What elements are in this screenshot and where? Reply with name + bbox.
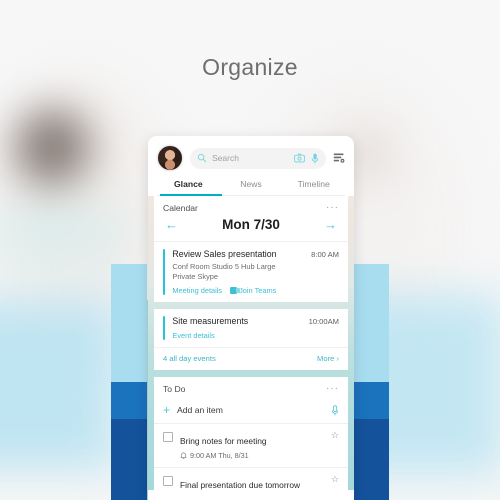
todo-item-content: Final presentation due tomorrow <box>180 475 325 493</box>
accent-band-darkblue-left <box>111 419 147 500</box>
avatar[interactable] <box>157 145 183 171</box>
event-title: Site measurements <box>172 316 249 327</box>
event-title: Review Sales presentation <box>172 249 277 259</box>
next-day-arrow-icon[interactable]: → <box>324 218 337 231</box>
accent-band-midblue-right <box>354 382 389 419</box>
event-details: Site measurements Event details <box>172 316 299 340</box>
todo-item-text: Final presentation due tomorrow <box>180 480 301 491</box>
todo-checkbox[interactable] <box>163 476 173 487</box>
event-links: Event details <box>172 331 299 340</box>
todo-card-header: To Do ··· <box>154 377 348 397</box>
microphone-icon[interactable] <box>311 153 319 164</box>
todo-item-content: Bring notes for meeting 9:00 AM Thu, 8/3… <box>180 431 325 460</box>
calendar-card-secondary: Site measurements Event details 10:00AM … <box>154 309 348 371</box>
calendar-event-row[interactable]: Site measurements Event details 10:00AM <box>154 309 348 347</box>
todo-card-title: To Do <box>163 384 186 395</box>
join-teams-label: Join Teams <box>239 286 277 296</box>
calendar-event-row[interactable]: Review Sales presentation Conf Room Stud… <box>154 241 348 302</box>
bell-icon <box>180 452 187 460</box>
app-header: Search Glance News Timeline <box>148 136 354 196</box>
event-time: 8:00 AM <box>311 250 339 259</box>
calendar-card-title: Calendar <box>163 203 198 213</box>
todo-item-reminder: 9:00 AM Thu, 8/31 <box>180 451 325 460</box>
tab-glance[interactable]: Glance <box>157 179 220 195</box>
chevron-right-icon: › <box>336 354 339 364</box>
accent-band-darkblue-right <box>354 419 389 500</box>
teams-icon <box>230 287 241 295</box>
microphone-icon[interactable] <box>331 405 339 416</box>
event-location-line-2: Private Skype <box>172 272 218 282</box>
meeting-details-link[interactable]: Meeting details <box>172 286 222 295</box>
todo-list-item[interactable]: Final presentation due tomorrow ☆ <box>154 468 348 500</box>
todo-overflow-icon[interactable]: ··· <box>326 384 339 394</box>
event-location-line-1: Conf Room Studio 5 Hub Large <box>172 261 276 271</box>
event-links: Meeting details Join Teams <box>172 286 309 295</box>
star-icon[interactable]: ☆ <box>331 431 339 440</box>
calendar-date-label: Mon 7/30 <box>222 217 280 232</box>
background-blob-teal <box>0 205 130 265</box>
calendar-card-header: Calendar ··· <box>154 196 348 216</box>
join-teams-link[interactable]: Join Teams <box>230 286 276 295</box>
calendar-date-nav: ← Mon 7/30 → <box>154 216 348 241</box>
camera-icon[interactable] <box>294 153 305 163</box>
search-icon <box>197 153 207 163</box>
event-accent-bar <box>163 316 166 341</box>
filter-list-icon[interactable] <box>333 152 345 164</box>
plus-icon: + <box>163 403 171 418</box>
prev-day-arrow-icon[interactable]: ← <box>165 218 178 231</box>
calendar-card: Calendar ··· ← Mon 7/30 → Review Sales p… <box>154 196 348 303</box>
tab-news[interactable]: News <box>220 179 283 195</box>
accent-band-lightblue-left <box>111 264 147 382</box>
accent-band-lightblue-right <box>354 264 389 382</box>
add-item-label: Add an item <box>177 405 223 416</box>
event-details-link[interactable]: Event details <box>172 331 214 340</box>
event-accent-bar <box>163 249 166 296</box>
phone-mockup: Search Glance News Timeline Calendar ···… <box>148 136 354 500</box>
todo-list-item[interactable]: Bring notes for meeting 9:00 AM Thu, 8/3… <box>154 424 348 469</box>
background-blob-lightblue-left <box>0 300 120 470</box>
page-title: Organize <box>202 54 298 80</box>
search-input[interactable]: Search <box>190 147 326 169</box>
header-row: Search <box>157 145 345 171</box>
accent-band-midblue-left <box>111 382 147 419</box>
calendar-overflow-icon[interactable]: ··· <box>326 203 339 213</box>
todo-checkbox[interactable] <box>163 432 173 443</box>
search-action-icons <box>294 153 319 164</box>
more-link[interactable]: More › <box>317 354 339 363</box>
event-details: Review Sales presentation Conf Room Stud… <box>172 249 309 295</box>
todo-card: To Do ··· + Add an item Bring notes for … <box>154 377 348 500</box>
star-icon[interactable]: ☆ <box>331 475 339 484</box>
tab-timeline[interactable]: Timeline <box>282 179 345 195</box>
background-blob-dark-left <box>15 110 90 185</box>
todo-reminder-text: 9:00 AM Thu, 8/31 <box>190 451 249 461</box>
more-label: More <box>317 354 335 364</box>
event-time: 10:00AM <box>308 317 339 327</box>
calendar-card-footer: 4 all day events More › <box>154 347 348 370</box>
search-placeholder: Search <box>212 153 239 163</box>
add-item-row[interactable]: + Add an item <box>154 397 348 425</box>
feed-area: Calendar ··· ← Mon 7/30 → Review Sales p… <box>148 196 354 500</box>
all-day-events-link[interactable]: 4 all day events <box>163 354 216 363</box>
tab-bar: Glance News Timeline <box>157 179 345 196</box>
todo-item-text: Bring notes for meeting <box>180 436 267 447</box>
